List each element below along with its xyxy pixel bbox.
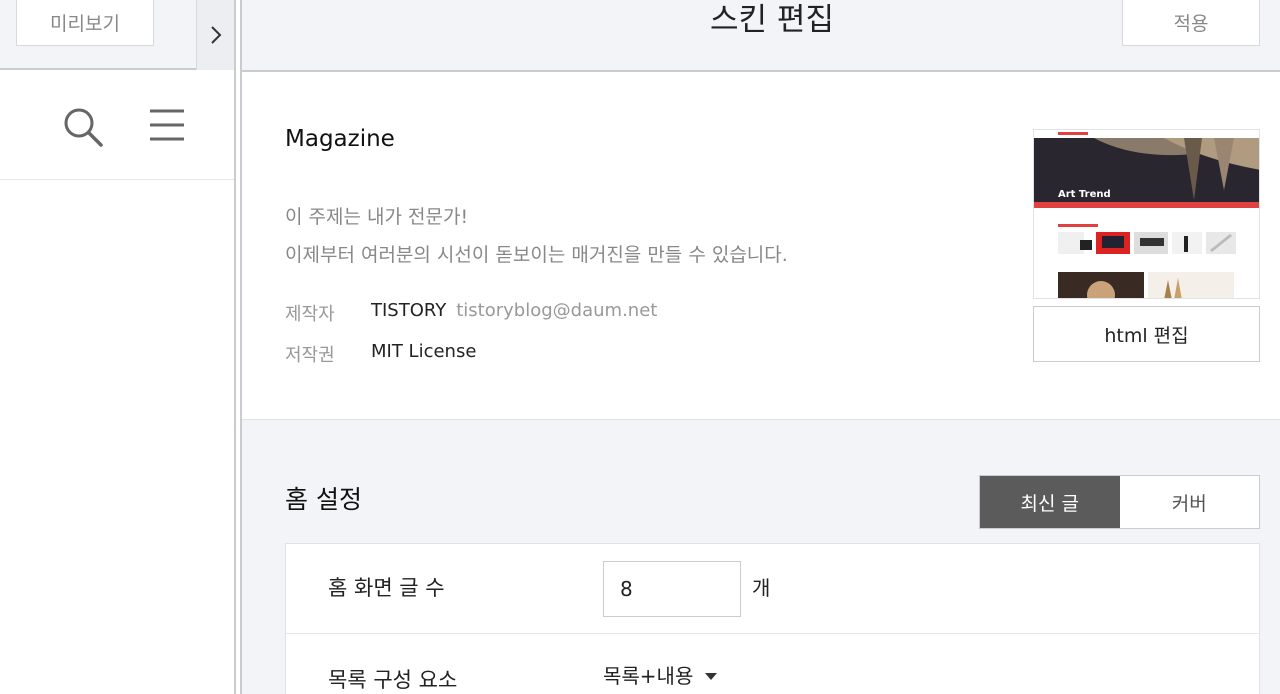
- author-row: 제작자 TISTORY tistoryblog@daum.net: [285, 300, 657, 326]
- menu-icon[interactable]: [148, 108, 186, 142]
- home-settings-panel: 홈 화면 글 수 개 목록 구성 요소 목록+내용: [285, 543, 1260, 694]
- toggle-latest-posts[interactable]: 최신 글: [980, 476, 1120, 528]
- list-composition-select[interactable]: 목록+내용: [603, 660, 718, 689]
- home-settings-title: 홈 설정: [285, 485, 362, 514]
- html-edit-button[interactable]: html 편집: [1033, 306, 1260, 362]
- description-line: 이 주제는 내가 전문가!: [285, 206, 469, 228]
- post-count-input[interactable]: [603, 561, 741, 617]
- caret-down-icon: [705, 673, 718, 680]
- home-mode-toggle: 최신 글 커버: [979, 475, 1260, 529]
- panel-resize-handle[interactable]: [234, 0, 242, 694]
- search-icon[interactable]: [62, 106, 104, 148]
- preview-toolbar: 미리보기: [0, 0, 234, 70]
- preview-button[interactable]: 미리보기: [16, 0, 154, 46]
- skin-thumbnail: Art Trend: [1033, 129, 1260, 299]
- collapse-panel-button[interactable]: [196, 0, 234, 70]
- toggle-cover[interactable]: 커버: [1120, 476, 1260, 528]
- preview-panel: 미리보기: [0, 0, 234, 694]
- thumbnail-title: Art Trend: [1058, 189, 1111, 200]
- post-count-row: 홈 화면 글 수 개: [286, 544, 1259, 634]
- post-count-unit: 개: [752, 576, 771, 600]
- list-composition-label: 목록 구성 요소: [328, 668, 458, 692]
- blog-preview-header: [0, 72, 234, 180]
- apply-button[interactable]: 적용: [1122, 0, 1260, 46]
- license-label: 저작권: [285, 345, 335, 366]
- skin-name: Magazine: [285, 126, 395, 152]
- author-label: 제작자: [285, 304, 335, 325]
- author-name: TISTORY: [371, 300, 447, 321]
- list-composition-row: 목록 구성 요소 목록+내용: [286, 634, 1259, 694]
- skin-editor: 스킨 편집 적용 Magazine 이 주제는 내가 전문가! 이제부터 여러분…: [242, 0, 1280, 694]
- post-count-label: 홈 화면 글 수: [328, 576, 445, 600]
- list-composition-value: 목록+내용: [603, 664, 694, 688]
- author-email: tistoryblog@daum.net: [456, 300, 658, 321]
- editor-header: 스킨 편집 적용: [242, 0, 1280, 72]
- skin-description: 이 주제는 내가 전문가! 이제부터 여러분의 시선이 돋보이는 매거진을 만들…: [285, 198, 788, 274]
- chevron-right-icon: [210, 26, 221, 44]
- license-value: MIT License: [371, 341, 477, 362]
- license-row: 저작권 MIT License: [285, 341, 476, 367]
- skin-info: Magazine 이 주제는 내가 전문가! 이제부터 여러분의 시선이 돋보이…: [242, 72, 1280, 420]
- description-line: 이제부터 여러분의 시선이 돋보이는 매거진을 만들 수 있습니다.: [285, 244, 788, 266]
